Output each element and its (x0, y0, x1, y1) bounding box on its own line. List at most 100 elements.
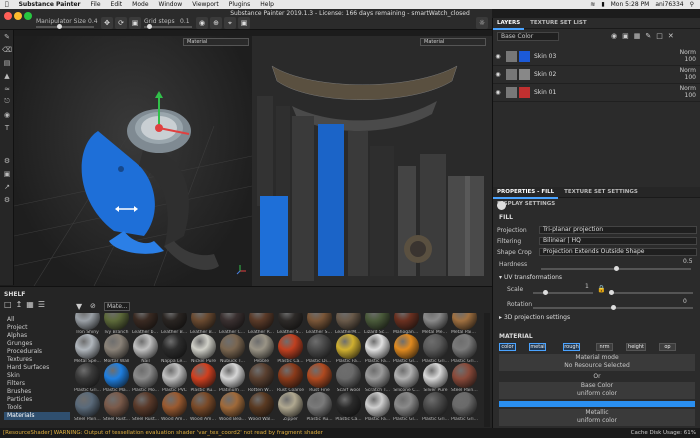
channel-select[interactable]: Base Color (497, 32, 559, 41)
shelf-category[interactable]: Filters (4, 380, 70, 388)
fill-layer-icon[interactable]: ▦ (634, 32, 641, 42)
layer-blend[interactable]: Norm 100 (680, 85, 696, 99)
layer-name[interactable]: Skin 02 (534, 71, 556, 78)
material-thumbnail[interactable]: Scratch T... (364, 363, 391, 395)
viewport-3d-channel-select[interactable]: Material (183, 38, 249, 46)
3d-projection-header[interactable]: ▸ 3D projection settings (499, 314, 570, 321)
shape-crop-select[interactable]: Projection Extends Outside Shape (539, 248, 697, 256)
material-thumbnail[interactable]: Platinum P... (219, 363, 246, 395)
material-thumbnail[interactable]: Steel Paint... (74, 392, 101, 424)
menu-viewport[interactable]: Viewport (187, 1, 224, 8)
base-color-swatch[interactable] (499, 401, 695, 407)
visibility-eye-icon[interactable]: ◉ (493, 71, 503, 78)
lighting-icon[interactable]: ☼ (476, 17, 488, 29)
material-thumbnail[interactable]: Plastic Fa... (364, 334, 391, 366)
filter-icon[interactable]: ▼ (76, 302, 86, 312)
slider-knob[interactable] (146, 24, 152, 29)
viewport-3d[interactable] (13, 36, 253, 287)
material-thumbnail[interactable]: Plastic Gla... (393, 392, 420, 424)
shelf-scrollbar[interactable] (484, 313, 490, 427)
material-thumbnail[interactable]: Steel Rust... (103, 392, 130, 424)
slider-knob[interactable] (609, 290, 614, 295)
material-thumbnail[interactable]: Rotten Wo... (248, 363, 275, 395)
material-thumbnail[interactable]: Plastic Fa... (364, 392, 391, 424)
new-folder-icon[interactable]: □ (4, 300, 12, 312)
menu-plugins[interactable]: Plugins (224, 1, 256, 8)
user-name[interactable]: ani76334 (655, 1, 683, 8)
shelf-category[interactable]: Particles (4, 396, 70, 404)
paint-layer-icon[interactable]: ✎ (645, 32, 651, 42)
material-thumbnail[interactable]: Plastic Fa... (335, 334, 362, 366)
text-tool-icon[interactable]: T (0, 121, 14, 134)
material-thumbnail[interactable]: Nappa Lea... (161, 334, 188, 366)
material-thumbnail[interactable]: Silicone C... (393, 363, 420, 395)
menu-edit[interactable]: Edit (106, 1, 128, 8)
clone-icon[interactable]: ⎋ (0, 95, 14, 108)
tab-layers[interactable]: LAYERS (493, 18, 525, 30)
shelf-category[interactable]: Procedurals (4, 348, 70, 356)
material-thumbnail[interactable]: Plastic Ru... (306, 392, 333, 424)
layer-opacity[interactable]: 100 (685, 56, 696, 63)
layer-name[interactable]: Skin 01 (534, 89, 556, 96)
snap-icon[interactable]: ⌖ (224, 17, 236, 29)
layer-opacity[interactable]: 100 (685, 74, 696, 81)
menu-mode[interactable]: Mode (127, 1, 153, 8)
list-view-icon[interactable]: ☰ (38, 300, 45, 312)
maximize-window-button[interactable] (24, 12, 32, 20)
folder-icon[interactable]: □ (656, 32, 663, 42)
camera-icon[interactable]: ▣ (238, 17, 250, 29)
manipulator-size-value[interactable]: 0.4 (88, 18, 98, 25)
tab-properties-fill[interactable]: PROPERTIES - FILL (493, 187, 559, 199)
shelf-category[interactable]: Project (4, 324, 70, 332)
uv-transformations-header[interactable]: ▾ UV transformations (499, 274, 562, 281)
grid-steps-value[interactable]: 0.1 (180, 18, 190, 25)
material-thumbnail[interactable]: Plastic Ca... (335, 392, 362, 424)
display-icon[interactable]: ▣ (0, 167, 14, 180)
paint-brush-icon[interactable]: ✎ (0, 30, 14, 43)
projection-icon[interactable]: ▤ (0, 56, 14, 69)
material-thumbnail[interactable]: Scarf wool (335, 363, 362, 395)
tab-texture-set-list[interactable]: TEXTURE SET LIST (526, 18, 591, 28)
tab-texture-set-settings[interactable]: TEXTURE SET SETTINGS (560, 187, 642, 197)
shelf-category[interactable]: Textures (4, 356, 70, 364)
rotation-slider[interactable] (533, 305, 693, 310)
shelf-category[interactable]: All (4, 316, 70, 324)
battery-icon[interactable]: ▮ (601, 1, 604, 8)
material-thumbnail[interactable]: Plastic PVC (161, 363, 188, 395)
rotate-tool-icon[interactable]: ⟳ (115, 17, 127, 29)
local-space-icon[interactable]: ⊕ (210, 17, 222, 29)
import-icon[interactable]: ↥ (16, 300, 23, 312)
grid-steps-slider[interactable] (144, 24, 192, 29)
channel-toggle-metal[interactable]: metal (529, 343, 546, 351)
scale-v-slider[interactable] (609, 290, 693, 295)
hardness-value[interactable]: 0.5 (683, 258, 693, 265)
menu-help[interactable]: Help (255, 1, 279, 8)
lock-icon[interactable]: 🔒 (597, 285, 606, 293)
polygon-fill-icon[interactable]: ▲ (0, 69, 14, 82)
material-thumbnail[interactable]: Mortar Wall (103, 334, 130, 366)
layer-row[interactable]: ◉ Skin 01 Norm 100 (493, 84, 700, 102)
layer-opacity[interactable]: 100 (685, 92, 696, 99)
layer-blend[interactable]: Norm 100 (680, 49, 696, 63)
material-thumbnail[interactable]: Plastic Dia... (306, 334, 333, 366)
global-space-icon[interactable]: ◉ (196, 17, 208, 29)
menu-window[interactable]: Window (154, 1, 188, 8)
blend-mode[interactable]: Norm (680, 49, 696, 56)
filtering-select[interactable]: Bilinear | HQ (539, 237, 697, 245)
material-thumbnail[interactable]: Wood Ame... (190, 392, 217, 424)
material-thumbnail[interactable]: Wood Wal... (248, 392, 275, 424)
material-thumbnail[interactable]: Steel Rust... (132, 392, 159, 424)
bake-icon[interactable]: ⚙ (0, 154, 14, 167)
smudge-icon[interactable]: ≈ (0, 82, 14, 95)
mask-icon[interactable]: ▣ (622, 32, 629, 42)
delete-layer-icon[interactable]: ✕ (668, 32, 674, 42)
blend-mode[interactable]: Norm (680, 85, 696, 92)
search-icon[interactable]: ⚲ (690, 1, 694, 8)
base-color-box[interactable]: Base Color uniform color (499, 382, 695, 399)
channel-toggle-rough[interactable]: rough (563, 343, 580, 351)
channel-toggle-nrm[interactable]: nrm (596, 343, 613, 351)
layer-row[interactable]: ◉ Skin 03 Norm 100 (493, 48, 700, 66)
slider-knob[interactable] (614, 266, 619, 271)
shelf-category[interactable]: Brushes (4, 388, 70, 396)
menu-file[interactable]: File (85, 1, 105, 8)
